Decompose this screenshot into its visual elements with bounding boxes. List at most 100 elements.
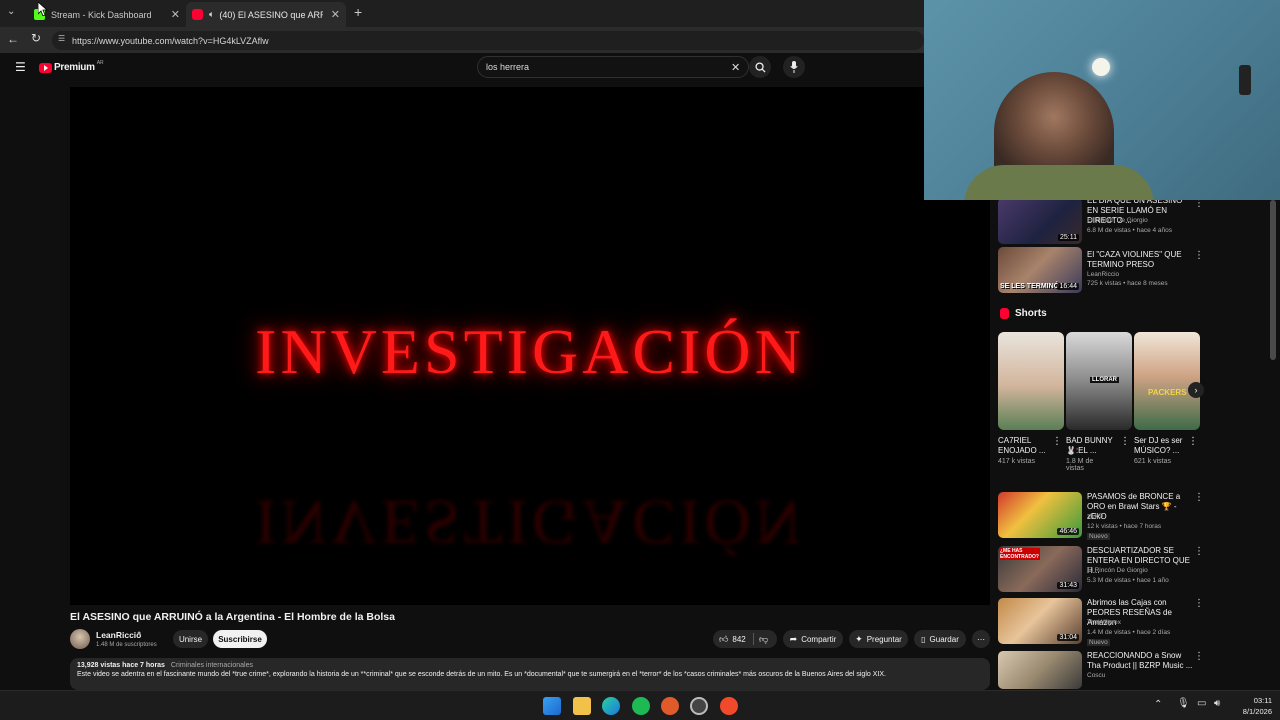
app-icon[interactable]: [690, 697, 708, 715]
like-button[interactable]: 👍︎ 842: [719, 634, 746, 645]
more-options-icon[interactable]: ⋮: [1194, 250, 1204, 261]
search-button[interactable]: [749, 56, 771, 78]
file-explorer-icon[interactable]: [573, 697, 591, 715]
new-badge: Nuevo: [1087, 639, 1110, 646]
channel-name[interactable]: LeanRiccio: [96, 630, 141, 640]
short-item[interactable]: PACKERS Ser DJ es ser MÚSICO? ... 621 k …: [1134, 332, 1200, 465]
url-text: https://www.youtube.com/watch?v=HG4kLVZA…: [72, 35, 269, 46]
short-thumbnail[interactable]: PACKERS: [1134, 332, 1200, 430]
video-meta: 725 k vistas • hace 8 meses: [1087, 280, 1168, 287]
windows-taskbar: ⌃ 🎙︎ ▭ 🔊︎ 03:11 8/1/2026: [0, 690, 1280, 720]
menu-icon[interactable]: ☰: [15, 60, 26, 74]
shorts-icon: [1000, 308, 1009, 319]
video-thumbnail[interactable]: [998, 651, 1082, 689]
shorts-title: Shorts: [1015, 308, 1047, 319]
tray-chevron-icon[interactable]: ⌃: [1154, 699, 1162, 710]
related-video[interactable]: SE LES TERMINÓ 16:44 El "CAZA VIOLINES" …: [998, 247, 1208, 293]
tray-mic-icon[interactable]: 🎙︎: [1177, 698, 1190, 709]
short-item[interactable]: CA7RIEL ENOJADO ... 417 k vistas ⋮: [998, 332, 1064, 465]
microphone-app-icon[interactable]: [661, 697, 679, 715]
video-channel: Coscu: [1087, 672, 1106, 679]
video-channel: LeanRiccio: [1087, 271, 1120, 278]
video-thumbnail[interactable]: 25:11: [998, 198, 1082, 244]
sparkle-icon: ✦: [855, 633, 863, 644]
video-thumbnail[interactable]: SE LES TERMINÓ 16:44: [998, 247, 1082, 293]
youtube-icon: [192, 9, 203, 20]
video-duration: 16:44: [1057, 283, 1079, 290]
close-tab-icon[interactable]: ✕: [331, 8, 340, 21]
channel-avatar[interactable]: [70, 629, 90, 649]
short-item[interactable]: LLORAR BAD BUNNY 🐰:EL ... 1.8 M de vista…: [1066, 332, 1132, 472]
brave-icon[interactable]: [720, 697, 738, 715]
description-box[interactable]: 13,928 vistas hace 7 horas Criminales in…: [70, 658, 990, 690]
more-options-icon[interactable]: ⋮: [1194, 546, 1204, 557]
video-thumbnail[interactable]: 31:04: [998, 598, 1082, 644]
volume-icon[interactable]: 🔊︎: [1214, 698, 1220, 709]
more-options-icon[interactable]: ⋮: [1188, 436, 1198, 447]
short-thumbnail[interactable]: LLORAR: [1066, 332, 1132, 430]
new-tab-icon[interactable]: +: [354, 4, 362, 20]
more-options-icon[interactable]: ⋮: [1194, 492, 1204, 503]
address-bar[interactable]: ☰ https://www.youtube.com/watch?v=HG4kLV…: [52, 31, 924, 50]
video-meta: 5.3 M de vistas • hace 1 año: [1087, 577, 1169, 584]
subscribe-button[interactable]: Suscribirse: [213, 630, 267, 648]
join-button[interactable]: Unirse: [173, 630, 208, 648]
clock[interactable]: 03:11 8/1/2026: [1228, 695, 1272, 717]
page-scrollbar[interactable]: [1270, 200, 1276, 360]
video-overlay-reflection: INVESTIGACIÓN: [255, 487, 805, 558]
related-video[interactable]: 46:46 PASAMOS de BRONCE a ORO en Brawl S…: [998, 492, 1208, 540]
more-options-icon[interactable]: ⋮: [1194, 651, 1204, 662]
ask-button[interactable]: ✦ Preguntar: [849, 630, 908, 648]
speaker-icon[interactable]: 🔈︎: [209, 9, 214, 20]
video-duration: 25:11: [1058, 234, 1079, 241]
dislike-icon: 👎︎: [759, 633, 769, 644]
video-thumbnail[interactable]: 46:46: [998, 492, 1082, 538]
video-player[interactable]: INVESTIGACIÓN INVESTIGACIÓN: [70, 87, 990, 605]
share-button[interactable]: ➦ Compartir: [783, 630, 843, 648]
search-icon: [754, 61, 766, 73]
back-icon[interactable]: ←: [7, 32, 19, 46]
more-options-icon[interactable]: ⋮: [1120, 436, 1130, 447]
network-icon[interactable]: ▭: [1197, 698, 1206, 709]
search-value: los herrera: [486, 62, 530, 72]
related-video[interactable]: 31:04 Abrimos las Cajas con PEORES RESEÑ…: [998, 598, 1208, 646]
more-actions-button[interactable]: ⋯: [972, 630, 990, 648]
tab-kick-dashboard[interactable]: Stream - Kick Dashboard ✕: [28, 2, 186, 27]
related-video[interactable]: REACCIONANDO a Snow Tha Product || BZRP …: [998, 651, 1208, 689]
video-channel: zEkO: [1087, 513, 1103, 520]
video-title: REACCIONANDO a Snow Tha Product || BZRP …: [1087, 651, 1193, 670]
windows-start-icon[interactable]: [543, 697, 561, 715]
close-tab-icon[interactable]: ✕: [171, 8, 180, 21]
thumbnail-text: PACKERS: [1148, 388, 1187, 397]
clock-date: 8/1/2026: [1242, 707, 1272, 716]
more-options-icon[interactable]: ⋮: [1052, 436, 1062, 447]
site-info-icon[interactable]: ☰: [58, 34, 65, 43]
logo-region: AR: [96, 59, 104, 66]
search-input[interactable]: los herrera ✕: [477, 56, 749, 78]
edge-icon[interactable]: [602, 697, 620, 715]
short-views: 1.8 M de vistas: [1066, 458, 1094, 472]
short-title: CA7RIEL ENOJADO ...: [998, 436, 1046, 455]
description-tag[interactable]: Criminales internacionales: [171, 662, 253, 669]
webcam-light: [1092, 58, 1110, 76]
clear-search-icon[interactable]: ✕: [731, 61, 740, 74]
like-count: 842: [732, 634, 746, 644]
more-options-icon[interactable]: ⋮: [1194, 598, 1204, 609]
shorts-next-button[interactable]: ›: [1188, 382, 1204, 398]
thumbnail-text: LLORAR: [1090, 377, 1119, 383]
voice-search-button[interactable]: [783, 56, 805, 78]
dislike-button[interactable]: 👎︎: [759, 634, 768, 645]
thumbnail-text: SE LES TERMINÓ: [1000, 283, 1060, 290]
video-thumbnail[interactable]: ¿ME HAS ENCONTRADO? 31:43: [998, 546, 1082, 592]
mouse-cursor-icon: [38, 2, 48, 16]
reload-icon[interactable]: ↻: [31, 31, 41, 45]
tab-list-chevron-icon[interactable]: ⌄: [7, 6, 15, 17]
related-video[interactable]: ¿ME HAS ENCONTRADO? 31:43 DESCUARTIZADOR…: [998, 546, 1208, 594]
tab-youtube-video[interactable]: 🔈︎ (40) El ASESINO que ARRUINÓ ✕: [186, 2, 346, 27]
short-thumbnail[interactable]: [998, 332, 1064, 430]
spotify-icon[interactable]: [632, 697, 650, 715]
related-video[interactable]: 25:11 EL DÍA QUE UN ASESINO EN SERIE LLA…: [998, 196, 1208, 244]
youtube-logo[interactable]: Premium AR: [39, 59, 104, 73]
video-overlay-text: INVESTIGACIÓN: [255, 316, 805, 387]
save-button[interactable]: ▯ Guardar: [914, 630, 966, 648]
